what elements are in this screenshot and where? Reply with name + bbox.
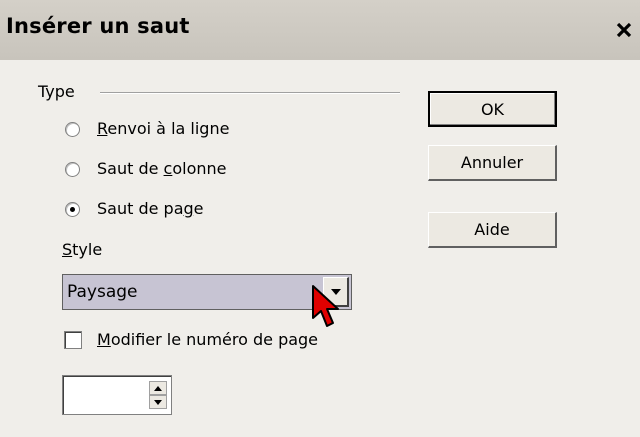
help-button[interactable]: Aide: [428, 212, 557, 248]
radio-label: Saut de page: [97, 199, 204, 218]
dialog-title: Insérer un saut: [6, 14, 190, 38]
style-select[interactable]: Paysage: [62, 274, 352, 310]
arrow-down-icon: [154, 399, 162, 405]
style-select-value: Paysage: [67, 282, 138, 302]
ok-button[interactable]: OK: [428, 91, 557, 127]
page-number-spinbox[interactable]: [62, 375, 172, 415]
title-bar[interactable]: Insérer un saut: [0, 0, 640, 60]
cancel-button[interactable]: Annuler: [428, 145, 557, 181]
modify-page-number-checkbox[interactable]: [64, 331, 82, 349]
radio-selected-dot: [70, 207, 75, 212]
type-group-label: Type: [38, 82, 75, 101]
radio-button[interactable]: [65, 162, 80, 177]
radio-button[interactable]: [65, 122, 80, 137]
modify-page-number-label: Modifier le numéro de page: [97, 330, 319, 349]
radio-button[interactable]: [65, 202, 80, 217]
insert-break-dialog: Insérer un saut Type Renvoi à la ligne S…: [0, 0, 640, 437]
close-icon: [616, 22, 632, 38]
spin-down-button[interactable]: [149, 395, 167, 409]
spin-buttons: [149, 381, 167, 409]
style-label: Style: [62, 240, 103, 259]
arrow-up-icon: [154, 385, 162, 391]
type-group-separator: [100, 92, 400, 94]
mouse-pointer-icon: [312, 285, 339, 327]
radio-label: Saut de colonne: [97, 159, 227, 178]
spin-up-button[interactable]: [149, 381, 167, 395]
close-button[interactable]: [608, 8, 640, 52]
radio-label: Renvoi à la ligne: [97, 119, 230, 138]
